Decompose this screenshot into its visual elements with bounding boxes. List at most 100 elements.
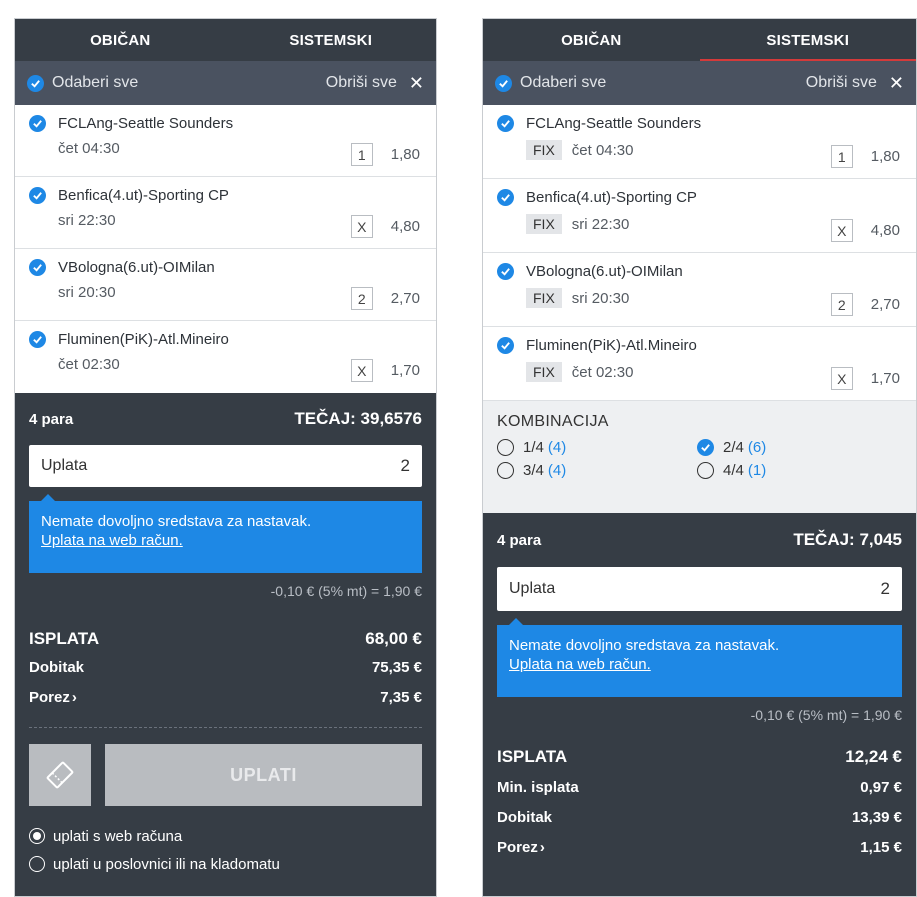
total-odds: TEČAJ: 7,045	[793, 530, 902, 549]
match-time: sri 22:30	[571, 215, 630, 233]
pay-option-shop[interactable]: uplati u poslovnici ili na kladomatu	[29, 850, 422, 878]
payout-value: 68,00 €	[365, 629, 422, 648]
selection-bar: Odaberi sve Obriši sve ✕	[483, 61, 916, 105]
match-checkbox[interactable]	[497, 189, 514, 206]
stake-label: Uplata	[509, 580, 556, 597]
combination-label: 3/4	[523, 462, 544, 479]
select-all-label[interactable]: Odaberi sve	[520, 74, 606, 92]
tab-system[interactable]: SISTEMSKI	[699, 19, 917, 61]
match-title: FCLAng-Seattle Sounders	[58, 115, 234, 132]
match-title: Fluminen(PiK)-Atl.Mineiro	[526, 337, 697, 354]
radio-empty-icon	[29, 856, 45, 872]
tab-system[interactable]: SISTEMSKI	[226, 19, 437, 61]
match-odds: 1,80	[870, 148, 900, 165]
match-title: FCLAng-Seattle Sounders	[526, 115, 702, 132]
tax-toggle[interactable]: Porez ›	[497, 839, 545, 869]
combination-option[interactable]: 3/4 (4)	[497, 462, 697, 479]
betslip-tabs: OBIČAN SISTEMSKI	[15, 19, 436, 61]
match-row: FCLAng-Seattle Sounders čet 04:30 1 1,80	[15, 105, 436, 177]
match-odds: 2,70	[390, 290, 420, 307]
radio-selected-icon	[29, 828, 45, 844]
match-time: čet 02:30	[571, 363, 634, 381]
stake-section: 4 para TEČAJ: 7,045 Uplata 2 Nemate dovo…	[483, 513, 916, 869]
select-all-checkbox[interactable]	[495, 74, 512, 92]
tab-regular[interactable]: OBIČAN	[15, 19, 226, 61]
match-time: čet 04:30	[571, 141, 634, 159]
insufficient-funds-alert: Nemate dovoljno sredstava za nastavak. U…	[497, 618, 902, 697]
stake-input[interactable]: Uplata 2	[497, 567, 902, 611]
stake-amount: 2	[400, 456, 410, 475]
radio-empty-icon	[697, 462, 714, 479]
combination-count: (6)	[747, 439, 767, 456]
match-checkbox[interactable]	[29, 115, 46, 132]
select-all-checkbox[interactable]	[27, 74, 44, 92]
match-checkbox[interactable]	[29, 259, 46, 276]
match-odds: 1,70	[390, 362, 420, 379]
pick-badge: X	[350, 215, 373, 238]
fee-text: -0,10 € (5% mt) = 1,90 €	[270, 583, 422, 599]
pay-option-web[interactable]: uplati s web računa	[29, 822, 422, 850]
stake-input[interactable]: Uplata 2	[29, 445, 422, 487]
deposit-link[interactable]: Uplata na web račun.	[509, 656, 890, 673]
match-checkbox[interactable]	[497, 115, 514, 132]
match-list: FCLAng-Seattle Sounders FIX čet 04:30 1 1,…	[483, 105, 916, 401]
submit-bet-button[interactable]: UPLATI	[105, 744, 422, 806]
clear-all-button[interactable]: Obriši sve ✕	[806, 73, 904, 94]
match-checkbox[interactable]	[29, 331, 46, 348]
clear-all-button[interactable]: Obriši sve ✕	[326, 73, 424, 94]
combination-count: (4)	[547, 439, 567, 456]
match-checkbox[interactable]	[29, 187, 46, 204]
combination-option[interactable]: 2/4 (6)	[697, 439, 877, 456]
combination-option[interactable]: 1/4 (4)	[497, 439, 697, 456]
tax-toggle[interactable]: Porez ›	[29, 689, 77, 719]
fix-toggle[interactable]: FIX	[526, 362, 562, 382]
match-odds: 1,80	[390, 146, 420, 163]
stake-header: 4 para TEČAJ: 39,6576	[29, 393, 422, 445]
total-odds: TEČAJ: 39,6576	[294, 409, 422, 428]
fix-toggle[interactable]: FIX	[526, 140, 562, 160]
ticket-icon	[46, 761, 74, 789]
clear-all-label: Obriši sve	[325, 74, 397, 91]
combination-count: (1)	[747, 462, 767, 479]
tax-value: 7,35 €	[380, 689, 422, 706]
alert-text: Nemate dovoljno sredstava za nastavak.	[509, 637, 780, 654]
stake-label: Uplata	[41, 457, 88, 474]
pay-option-label: uplati u poslovnici ili na kladomatu	[53, 855, 280, 873]
win-value: 13,39 €	[851, 809, 902, 826]
pairs-count: 4 para	[29, 410, 74, 428]
pay-option-label: uplati s web računa	[53, 827, 183, 845]
tax-row: Porez › 1,15 €	[497, 839, 902, 869]
stake-section: 4 para TEČAJ: 39,6576 Uplata 2 Nemate do…	[15, 393, 436, 878]
betslip-panel-system: OBIČAN SISTEMSKI Odaberi sve Obriši sve …	[482, 18, 917, 897]
tax-label: Porez	[29, 689, 70, 706]
check-icon	[697, 439, 714, 456]
match-checkbox[interactable]	[497, 263, 514, 280]
match-row: FCLAng-Seattle Sounders FIX čet 04:30 1 1,…	[483, 105, 916, 179]
combination-label: 1/4	[523, 439, 544, 456]
tax-label: Porez	[497, 839, 538, 856]
combination-option[interactable]: 4/4 (1)	[697, 462, 877, 479]
win-row: Dobitak 75,35 €	[29, 659, 422, 689]
match-row: Fluminen(PiK)-Atl.Mineiro FIX čet 02:30 X…	[483, 327, 916, 401]
selection-bar: Odaberi sve Obriši sve ✕	[15, 61, 436, 105]
match-title: Fluminen(PiK)-Atl.Mineiro	[58, 331, 229, 348]
chevron-right-icon: ›	[539, 839, 545, 856]
payout-label: ISPLATA	[29, 629, 100, 648]
fix-toggle[interactable]: FIX	[526, 288, 562, 308]
select-all-label[interactable]: Odaberi sve	[52, 74, 138, 92]
match-row: VBologna(6.ut)-OIMilan FIX sri 20:30 2 2,7…	[483, 253, 916, 327]
deposit-link[interactable]: Uplata na web račun.	[41, 532, 410, 549]
match-title: Benfica(4.ut)-Sporting CP	[58, 187, 229, 204]
tax-row: Porez › 7,35 €	[29, 689, 422, 719]
match-odds: 1,70	[870, 370, 900, 387]
radio-empty-icon	[497, 462, 514, 479]
pairs-count: 4 para	[497, 531, 542, 549]
match-time: sri 20:30	[571, 289, 630, 307]
tab-regular[interactable]: OBIČAN	[483, 19, 700, 61]
match-time: čet 02:30	[58, 356, 120, 373]
ticket-button[interactable]	[29, 744, 91, 806]
match-checkbox[interactable]	[497, 337, 514, 354]
fix-toggle[interactable]: FIX	[526, 214, 562, 234]
match-row: Fluminen(PiK)-Atl.Mineiro čet 02:30 X 1,7…	[15, 321, 436, 393]
chevron-right-icon: ›	[71, 689, 77, 706]
